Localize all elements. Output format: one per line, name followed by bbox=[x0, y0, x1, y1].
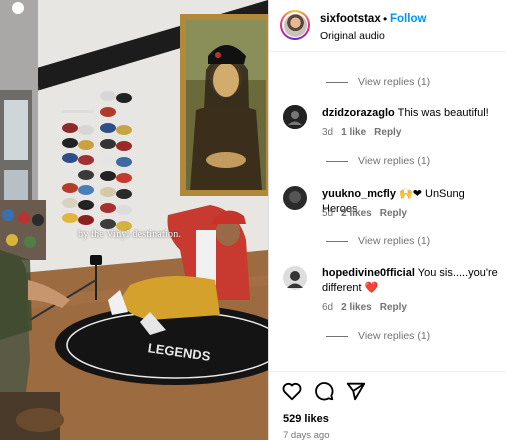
comment-username[interactable]: yuukno_mcfly bbox=[322, 188, 396, 200]
view-replies-button[interactable]: View replies (1) bbox=[326, 235, 430, 247]
comment-time[interactable]: 5d bbox=[322, 208, 333, 219]
view-replies-label: View replies (1) bbox=[358, 330, 431, 342]
post-image: LEGENDS bbox=[0, 0, 268, 440]
reply-button[interactable]: Reply bbox=[374, 127, 401, 138]
comment-text-block: hopedivine0fficial You sis.....you're di… bbox=[322, 266, 498, 296]
post-actions: 529 likes 7 days ago bbox=[269, 371, 506, 440]
video-caption-overlay: by the Vinyl destination. bbox=[78, 229, 182, 240]
divider-line bbox=[326, 240, 348, 242]
like-heart-icon[interactable] bbox=[281, 380, 303, 402]
separator-dot: • bbox=[383, 12, 388, 26]
view-replies-label: View replies (1) bbox=[358, 155, 431, 167]
divider-line bbox=[326, 335, 348, 337]
audio-label[interactable]: Original audio bbox=[320, 30, 385, 42]
author-username[interactable]: sixfootstax bbox=[320, 13, 381, 25]
comment-time[interactable]: 6d bbox=[322, 302, 333, 313]
author-avatar[interactable] bbox=[280, 10, 310, 40]
divider-line bbox=[326, 160, 348, 162]
comment-likes[interactable]: 2 likes bbox=[341, 208, 372, 219]
comment-likes[interactable]: 2 likes bbox=[341, 302, 372, 313]
comment-likes[interactable]: 1 like bbox=[341, 127, 366, 138]
view-replies-button[interactable]: View replies (1) bbox=[326, 330, 430, 342]
post-date: 7 days ago bbox=[283, 430, 330, 440]
comment-time[interactable]: 3d bbox=[322, 127, 333, 138]
view-replies-label: View replies (1) bbox=[358, 235, 431, 247]
post-header: sixfootstax • Follow Original audio bbox=[269, 0, 506, 52]
divider-line bbox=[326, 81, 348, 83]
likes-count[interactable]: 529 likes bbox=[283, 413, 329, 425]
comment-username[interactable]: hopedivine0fficial bbox=[322, 267, 415, 279]
comment-bubble-icon[interactable] bbox=[313, 380, 335, 402]
follow-button[interactable]: Follow bbox=[390, 13, 426, 25]
view-replies-button[interactable]: View replies (1) bbox=[326, 155, 430, 167]
comment-meta: 6d 2 likes Reply bbox=[322, 302, 407, 313]
view-replies-button[interactable]: View replies (1) bbox=[326, 76, 430, 88]
commenter-avatar[interactable] bbox=[283, 105, 307, 129]
comment-text-block: dzidzorazaglo This was beautiful! bbox=[322, 106, 498, 121]
share-send-icon[interactable] bbox=[345, 380, 367, 402]
comment-meta: 5d 2 likes Reply bbox=[322, 208, 407, 219]
post-side-panel: sixfootstax • Follow Original audio View… bbox=[268, 0, 506, 440]
comment-meta: 3d 1 like Reply bbox=[322, 127, 401, 138]
reply-button[interactable]: Reply bbox=[380, 302, 407, 313]
comment-body: This was beautiful! bbox=[397, 107, 489, 119]
commenter-avatar[interactable] bbox=[283, 266, 307, 290]
reply-button[interactable]: Reply bbox=[380, 208, 407, 219]
view-replies-label: View replies (1) bbox=[358, 76, 431, 88]
comments-list[interactable]: View replies (1) dzidzorazaglo This was … bbox=[269, 53, 506, 371]
comment-username[interactable]: dzidzorazaglo bbox=[322, 107, 395, 119]
post-media[interactable]: LEGENDS by the Vinyl destination. bbox=[0, 0, 268, 440]
commenter-avatar[interactable] bbox=[283, 186, 307, 210]
